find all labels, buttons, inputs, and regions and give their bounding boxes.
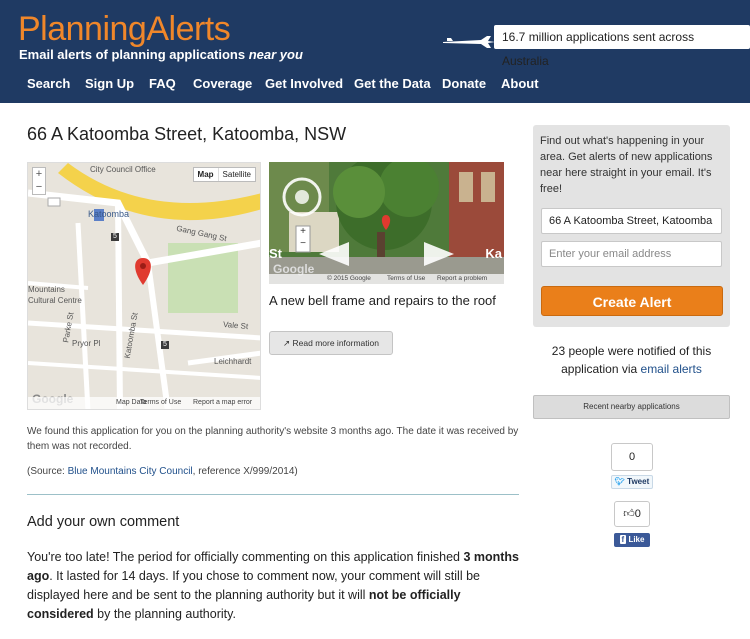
- streetview-report-link[interactable]: Report a problem: [437, 275, 487, 282]
- map-footer: Map Data Terms of Use Report a map error: [28, 397, 260, 409]
- tagline-emphasis: near you: [248, 47, 303, 62]
- tweet-label: Tweet: [627, 477, 650, 486]
- read-more-button[interactable]: ↗︎ Read more information: [269, 331, 393, 355]
- site-header: PlanningAlerts Email alerts of planning …: [0, 0, 750, 103]
- facebook-like-button[interactable]: f Like: [614, 533, 650, 547]
- tagline-text: Email alerts of planning applications: [19, 47, 249, 62]
- street-sign-left: St: [269, 246, 282, 261]
- comment-closed-notice: You're too late! The period for official…: [27, 548, 522, 624]
- tweet-button[interactable]: 🐦︎ Tweet: [611, 475, 653, 489]
- streetview-terms-link[interactable]: Terms of Use: [387, 275, 425, 282]
- map-mode-button[interactable]: Map: [194, 168, 219, 181]
- email-field[interactable]: Enter your email address: [541, 241, 722, 267]
- nav-get-the-data[interactable]: Get the Data: [354, 76, 431, 91]
- thumbs-up-icon: 👍︎: [623, 508, 635, 520]
- alert-signup-panel: Find out what's happening in your area. …: [533, 125, 730, 327]
- source-note: (Source: Blue Mountains City Council, re…: [27, 464, 298, 479]
- comment-heading: Add your own comment: [27, 514, 180, 530]
- nav-coverage[interactable]: Coverage: [193, 76, 252, 91]
- street-sign-right: Ka: [485, 246, 502, 261]
- address-field[interactable]: 66 A Katoomba Street, Katoomba: [541, 208, 722, 234]
- streetview-copyright: © 2015 Google: [327, 275, 371, 282]
- nav-about[interactable]: About: [501, 76, 539, 91]
- twitter-icon: 🐦︎: [614, 477, 625, 486]
- streetview-zoom-control[interactable]: + −: [298, 226, 308, 250]
- application-description: A new bell frame and repairs to the roof: [269, 293, 496, 308]
- map-zoom-out-button[interactable]: −: [33, 181, 45, 194]
- create-alert-button[interactable]: Create Alert: [541, 286, 723, 316]
- nav-get-involved[interactable]: Get Involved: [265, 76, 343, 91]
- map-type-control[interactable]: Map Satellite: [192, 167, 256, 182]
- map-zoom-in-button[interactable]: +: [33, 168, 45, 181]
- source-authority-link[interactable]: Blue Mountains City Council: [68, 466, 193, 477]
- location-map[interactable]: + − Map Satellite City Council Office Ka…: [27, 162, 261, 410]
- like-count-box: 👍︎0: [614, 501, 650, 527]
- read-more-label: Read more information: [292, 338, 379, 348]
- site-tagline: Email alerts of planning applications ne…: [19, 47, 303, 62]
- map-label: Cultural Centre: [28, 296, 82, 305]
- satellite-mode-button[interactable]: Satellite: [219, 168, 255, 181]
- email-alerts-link[interactable]: email alerts: [641, 362, 702, 376]
- map-label: Katoomba: [88, 209, 130, 219]
- like-label: Like: [628, 535, 645, 544]
- facebook-icon: f: [619, 535, 627, 544]
- signup-intro: Find out what's happening in your area. …: [540, 135, 713, 195]
- map-label: Pryor Pl: [72, 339, 101, 348]
- like-count: 0: [634, 508, 641, 520]
- street-view[interactable]: + − St Ka Google © 2015 Google Terms of U…: [269, 162, 504, 284]
- notified-count: 23 people were notified of this applicat…: [533, 342, 730, 378]
- site-logo[interactable]: PlanningAlerts: [18, 10, 231, 49]
- road-number: 5: [113, 233, 117, 240]
- applications-sent-badge: 16.7 million applications sent across Au…: [494, 25, 750, 68]
- map-label: Mountains: [28, 285, 65, 294]
- notice-text: You're too late! The period for official…: [27, 550, 464, 564]
- nav-donate[interactable]: Donate: [442, 76, 486, 91]
- tweet-count: 0: [611, 443, 653, 471]
- source-prefix: (Source:: [27, 466, 68, 477]
- section-divider: [27, 494, 519, 495]
- map-zoom-control[interactable]: + −: [32, 167, 46, 195]
- road-number: 5: [163, 341, 167, 348]
- source-suffix: , reference X/999/2014): [192, 466, 298, 477]
- map-report-link[interactable]: Report a map error: [193, 399, 252, 406]
- external-link-icon: ↗︎: [283, 338, 291, 348]
- nav-faq[interactable]: FAQ: [149, 76, 176, 91]
- map-label: City Council Office: [90, 165, 156, 174]
- nav-search[interactable]: Search: [27, 76, 70, 91]
- map-label: Leichhardt: [214, 357, 252, 366]
- application-address-title: 66 A Katoomba Street, Katoomba, NSW: [27, 124, 347, 144]
- found-note: We found this application for you on the…: [27, 426, 519, 452]
- airplane-icon: [443, 36, 495, 48]
- streetview-footer: © 2015 Google Terms of Use Report a prob…: [269, 274, 504, 284]
- recent-nearby-button[interactable]: Recent nearby applications: [533, 395, 730, 419]
- nav-sign-up[interactable]: Sign Up: [85, 76, 134, 91]
- map-terms-link[interactable]: Terms of Use: [140, 399, 181, 406]
- notice-text: by the planning authority.: [93, 607, 236, 621]
